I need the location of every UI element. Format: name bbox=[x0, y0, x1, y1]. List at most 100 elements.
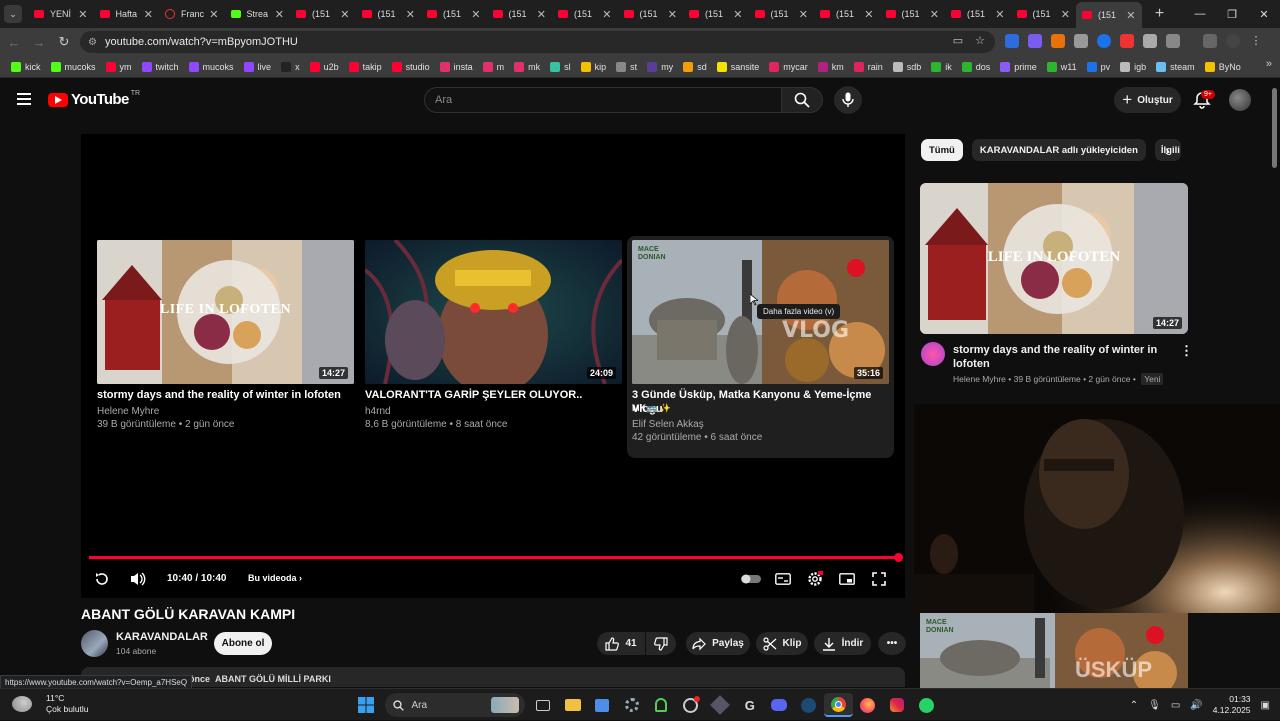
close-tab-icon[interactable]: ✕ bbox=[602, 8, 611, 21]
bookmark-item[interactable]: ym bbox=[101, 58, 137, 76]
browser-tab[interactable]: (151 ✕ bbox=[683, 2, 749, 26]
browser-tab[interactable]: (151 ✕ bbox=[487, 2, 553, 26]
browser-tab[interactable]: (151 ✕ bbox=[356, 2, 422, 26]
bookmark-item[interactable]: w11 bbox=[1042, 58, 1082, 76]
instagram-icon[interactable] bbox=[883, 693, 913, 717]
microphone-icon[interactable]: 🎙 bbox=[1148, 700, 1161, 711]
close-tab-icon[interactable]: ✕ bbox=[275, 8, 284, 21]
browser-tab[interactable]: (151 ✕ bbox=[1076, 2, 1142, 28]
more-actions-button[interactable]: ••• bbox=[878, 632, 906, 655]
replay-button[interactable] bbox=[93, 570, 111, 588]
obs-icon[interactable] bbox=[676, 693, 706, 717]
app-icon[interactable] bbox=[706, 693, 736, 717]
bookmark-item[interactable]: studio bbox=[387, 58, 435, 76]
close-tab-icon[interactable]: ✕ bbox=[995, 8, 1004, 21]
download-button[interactable]: İndir bbox=[814, 632, 871, 655]
new-tab-button[interactable]: + bbox=[1150, 5, 1170, 23]
app-icon-g[interactable]: G bbox=[735, 693, 765, 717]
cast-icon[interactable]: ▭ bbox=[953, 34, 963, 47]
close-tab-icon[interactable]: ✕ bbox=[668, 8, 677, 21]
bookmark-item[interactable]: dos bbox=[957, 58, 996, 76]
chevron-right-icon[interactable]: › bbox=[1165, 142, 1170, 158]
start-button[interactable] bbox=[351, 693, 381, 717]
bookmark-item[interactable]: takip bbox=[344, 58, 387, 76]
bookmark-item[interactable]: sl bbox=[545, 58, 576, 76]
speaker-icon[interactable]: 🔊 bbox=[1190, 700, 1202, 711]
extension-icon[interactable] bbox=[1028, 34, 1042, 48]
bookmark-item[interactable]: ik bbox=[926, 58, 957, 76]
bookmark-item[interactable]: sdb bbox=[888, 58, 927, 76]
subtitles-button[interactable] bbox=[774, 570, 792, 588]
browser-tab[interactable]: (151 ✕ bbox=[290, 2, 356, 26]
puzzle-icon[interactable] bbox=[1166, 34, 1180, 48]
bookmark-item[interactable]: m bbox=[478, 58, 510, 76]
close-tab-icon[interactable]: ✕ bbox=[78, 8, 87, 21]
like-button[interactable]: 41 bbox=[597, 632, 645, 655]
bookmark-item[interactable]: igb bbox=[1115, 58, 1151, 76]
url-text[interactable]: youtube.com/watch?v=mBpyomJOTHU bbox=[105, 36, 298, 48]
back-icon[interactable]: ← bbox=[3, 31, 25, 53]
more-vertical-icon[interactable]: ⋮ bbox=[1180, 343, 1193, 359]
forward-icon[interactable]: → bbox=[28, 31, 50, 53]
close-tab-icon[interactable]: ✕ bbox=[864, 8, 873, 21]
browser-tab[interactable]: (151 ✕ bbox=[618, 2, 684, 26]
chip-all[interactable]: Tümü bbox=[921, 139, 963, 161]
tab-search-button[interactable]: ⌄ bbox=[4, 5, 22, 23]
bookmark-item[interactable]: sansite bbox=[712, 58, 765, 76]
clock[interactable]: 01:33 4.12.2025 bbox=[1213, 694, 1251, 716]
settings-gear-icon[interactable] bbox=[617, 693, 647, 717]
sidebar-video-title[interactable]: stormy days and the reality of winter in… bbox=[953, 343, 1163, 371]
create-button[interactable]: + Oluştur bbox=[1114, 87, 1181, 113]
extension-icon[interactable] bbox=[1051, 34, 1065, 48]
restore-icon[interactable]: ❐ bbox=[1216, 0, 1248, 28]
endcard-title[interactable]: 3 Günde Üsküp, Matka Kanyonu & Yeme-İçme… bbox=[632, 388, 892, 416]
progress-scrubber[interactable] bbox=[894, 553, 903, 562]
browser-menu-icon[interactable]: ⋮ bbox=[1249, 34, 1263, 48]
volume-button[interactable] bbox=[129, 570, 147, 588]
discord-icon[interactable] bbox=[765, 693, 795, 717]
dislike-button[interactable] bbox=[646, 632, 676, 655]
browser-tab[interactable]: (151 ✕ bbox=[552, 2, 618, 26]
bookmark-item[interactable]: mucoks bbox=[184, 58, 239, 76]
notification-icon[interactable]: ▣ bbox=[1261, 700, 1270, 711]
close-tab-icon[interactable]: ✕ bbox=[799, 8, 808, 21]
share-button[interactable]: Paylaş bbox=[686, 632, 750, 655]
miniplayer-button[interactable] bbox=[838, 570, 856, 588]
close-tab-icon[interactable]: ✕ bbox=[340, 8, 349, 21]
bookmark-item[interactable]: x bbox=[276, 58, 305, 76]
bookmark-item[interactable]: prime bbox=[995, 58, 1042, 76]
weather-widget[interactable]: 11°C Çok bulutlu bbox=[12, 693, 89, 715]
whatsapp-icon[interactable] bbox=[912, 693, 942, 717]
extension-icon[interactable] bbox=[1005, 34, 1019, 48]
browser-tab[interactable]: Strea ✕ bbox=[225, 2, 291, 26]
bookmark-item[interactable]: insta bbox=[435, 58, 478, 76]
endcard-video-1[interactable]: LIFE IN LOFOTEN 14:27 stormy days and th… bbox=[97, 240, 354, 440]
close-tab-icon[interactable]: ✕ bbox=[733, 8, 742, 21]
minimize-icon[interactable]: — bbox=[1184, 0, 1216, 28]
taskbar-search[interactable]: Ara bbox=[384, 693, 525, 717]
extension-icon[interactable] bbox=[1074, 34, 1088, 48]
extension-icon[interactable] bbox=[1097, 34, 1111, 48]
voice-search-button[interactable] bbox=[834, 86, 862, 114]
bookmark-item[interactable]: mk bbox=[509, 58, 545, 76]
browser-tab[interactable]: (151 ✕ bbox=[1011, 2, 1077, 26]
search-input[interactable]: Ara bbox=[424, 87, 782, 113]
sidebar-channel-avatar[interactable] bbox=[921, 342, 945, 366]
browser-tab[interactable]: (151 ✕ bbox=[945, 2, 1011, 26]
site-info-icon[interactable]: ⚙ bbox=[88, 37, 97, 48]
firefox-icon[interactable] bbox=[853, 693, 883, 717]
file-explorer-icon[interactable] bbox=[558, 693, 588, 717]
bookmark-item[interactable]: my bbox=[642, 58, 678, 76]
settings-button[interactable] bbox=[806, 570, 824, 588]
close-tab-icon[interactable]: ✕ bbox=[144, 8, 153, 21]
sidebar-channel-name[interactable]: Helene Myhre bbox=[953, 374, 1006, 384]
headset-app-icon[interactable] bbox=[647, 693, 677, 717]
bookmark-item[interactable]: u2b bbox=[305, 58, 344, 76]
close-tab-icon[interactable]: ✕ bbox=[1126, 9, 1135, 22]
close-tab-icon[interactable]: ✕ bbox=[930, 8, 939, 21]
browser-tab[interactable]: (151 ✕ bbox=[749, 2, 815, 26]
extension-icon[interactable] bbox=[1120, 34, 1134, 48]
reading-list-icon[interactable] bbox=[1203, 34, 1217, 48]
profile-icon[interactable] bbox=[1226, 34, 1240, 48]
endcard-title[interactable]: VALORANT'TA GARİP ŞEYLER OLUYOR.. bbox=[365, 388, 625, 402]
